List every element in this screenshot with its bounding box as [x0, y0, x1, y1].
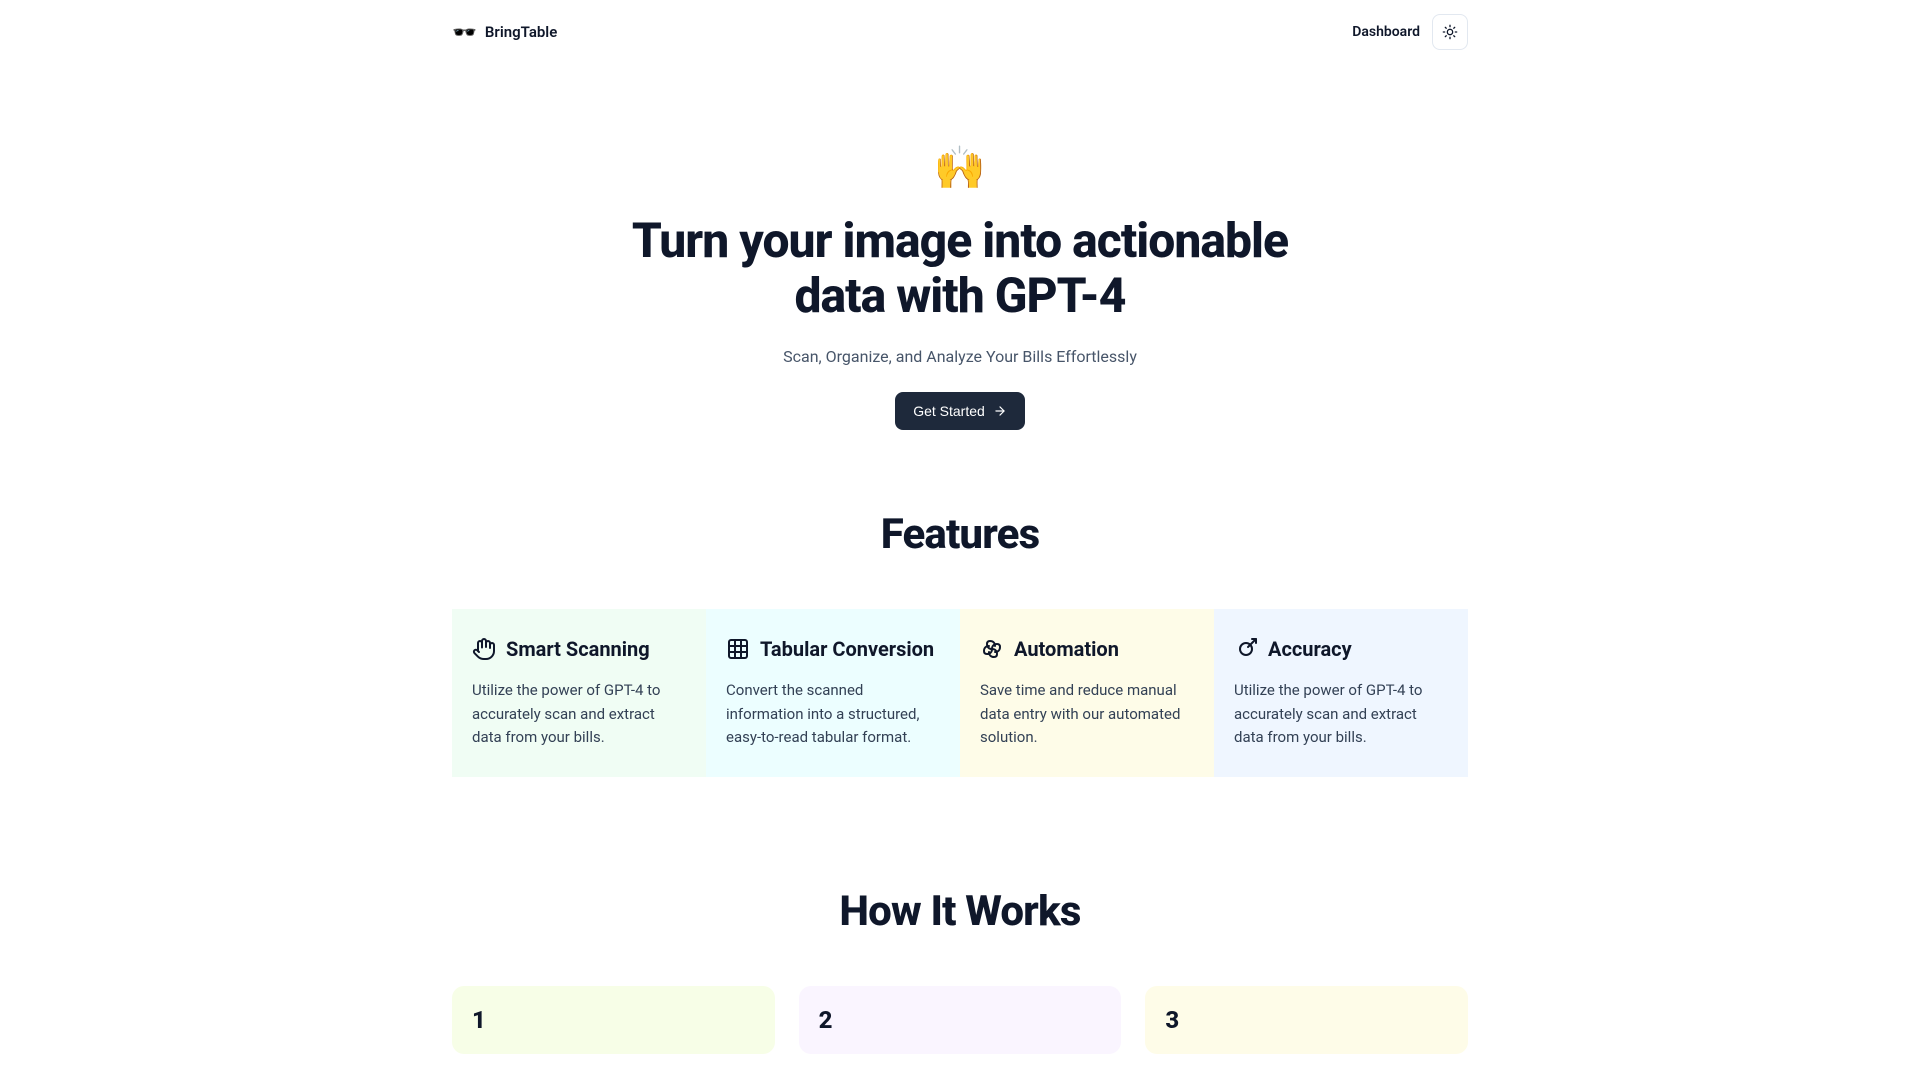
- feature-card-smart-scanning: Smart Scanning Utilize the power of GPT-…: [452, 609, 706, 777]
- feature-title: Automation: [1014, 637, 1119, 661]
- feature-title: Tabular Conversion: [760, 637, 934, 661]
- feature-desc: Save time and reduce manual data entry w…: [980, 679, 1194, 749]
- feature-card-tabular-conversion: Tabular Conversion Convert the scanned i…: [706, 609, 960, 777]
- hero-title: Turn your image into actionable data wit…: [610, 213, 1310, 323]
- feature-title: Accuracy: [1268, 637, 1352, 661]
- get-started-button[interactable]: Get Started: [895, 392, 1025, 430]
- target-icon: [1234, 637, 1258, 661]
- cta-label: Get Started: [913, 403, 985, 419]
- step-number: 1: [472, 1006, 755, 1034]
- feature-card-automation: Automation Save time and reduce manual d…: [960, 609, 1214, 777]
- feature-desc: Utilize the power of GPT-4 to accurately…: [1234, 679, 1448, 749]
- logo-text: BringTable: [485, 23, 557, 41]
- step-number: 2: [819, 1006, 1102, 1034]
- logo-group[interactable]: 🕶️ BringTable: [452, 20, 557, 44]
- hero-section: 🙌 Turn your image into actionable data w…: [0, 64, 1920, 430]
- glasses-icon: 🕶️: [452, 20, 477, 44]
- feature-title: Smart Scanning: [506, 637, 650, 661]
- grid-icon: [726, 637, 750, 661]
- how-step-3: 3: [1145, 986, 1468, 1054]
- features-grid: Smart Scanning Utilize the power of GPT-…: [452, 609, 1468, 777]
- how-it-works-heading: How It Works: [0, 887, 1920, 936]
- pointer-icon: [472, 637, 496, 661]
- feature-header: Smart Scanning: [472, 637, 686, 661]
- feature-header: Automation: [980, 637, 1194, 661]
- how-step-2: 2: [799, 986, 1122, 1054]
- feature-header: Tabular Conversion: [726, 637, 940, 661]
- raising-hands-icon: 🙌: [0, 144, 1920, 193]
- header-right: Dashboard: [1352, 14, 1468, 50]
- fan-icon: [980, 637, 1004, 661]
- theme-toggle-button[interactable]: [1432, 14, 1468, 50]
- feature-header: Accuracy: [1234, 637, 1448, 661]
- feature-desc: Convert the scanned information into a s…: [726, 679, 940, 749]
- how-it-works-grid: 1 2 3: [452, 986, 1468, 1054]
- step-number: 3: [1165, 1006, 1448, 1034]
- arrow-right-icon: [993, 404, 1007, 418]
- dashboard-link[interactable]: Dashboard: [1352, 24, 1420, 40]
- header: 🕶️ BringTable Dashboard: [452, 0, 1468, 64]
- feature-desc: Utilize the power of GPT-4 to accurately…: [472, 679, 686, 749]
- features-heading: Features: [0, 510, 1920, 559]
- how-step-1: 1: [452, 986, 775, 1054]
- feature-card-accuracy: Accuracy Utilize the power of GPT-4 to a…: [1214, 609, 1468, 777]
- hero-subtitle: Scan, Organize, and Analyze Your Bills E…: [0, 347, 1920, 366]
- sun-icon: [1442, 24, 1458, 40]
